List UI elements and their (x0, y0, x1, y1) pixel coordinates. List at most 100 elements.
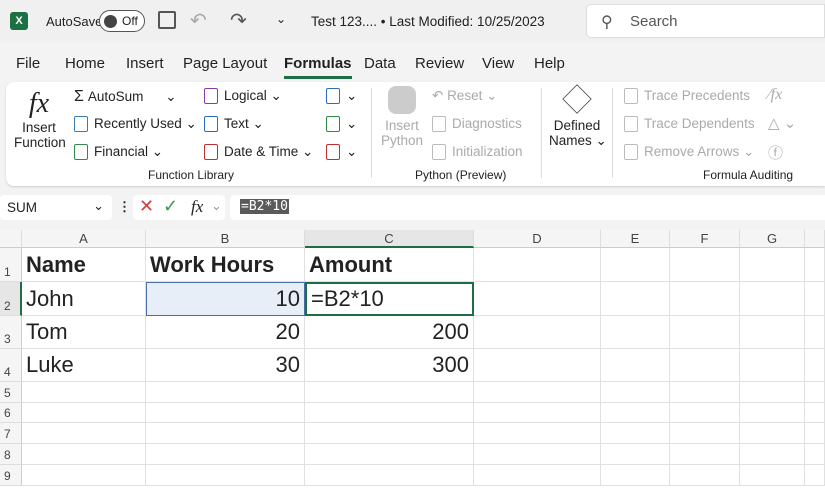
tab-review[interactable]: Review (415, 55, 464, 72)
cell[interactable]: Name (22, 248, 146, 282)
select-all-button[interactable] (0, 230, 22, 248)
cell[interactable] (22, 403, 146, 423)
cell[interactable] (740, 423, 805, 444)
save-icon[interactable] (158, 11, 176, 29)
column-header[interactable] (805, 230, 825, 248)
tab-home[interactable]: Home (65, 55, 105, 72)
cell[interactable] (305, 444, 474, 465)
cell[interactable] (805, 444, 825, 465)
cell[interactable] (474, 444, 601, 465)
cell[interactable] (670, 444, 740, 465)
financial-button[interactable]: Financial ⌄ (74, 144, 163, 161)
cell[interactable] (601, 465, 670, 486)
cell[interactable] (740, 248, 805, 282)
cell[interactable] (740, 349, 805, 382)
cell[interactable] (474, 316, 601, 349)
cell[interactable] (22, 382, 146, 403)
cell[interactable]: Work Hours (146, 248, 305, 282)
cell[interactable] (22, 444, 146, 465)
column-header[interactable]: E (601, 230, 670, 248)
cell[interactable]: Tom (22, 316, 146, 349)
cell[interactable] (805, 382, 825, 403)
tab-file[interactable]: File (16, 55, 40, 72)
cell[interactable] (805, 465, 825, 486)
column-header[interactable]: C (305, 230, 474, 248)
cell[interactable] (805, 403, 825, 423)
tab-view[interactable]: View (482, 55, 514, 72)
cell[interactable]: Amount (305, 248, 474, 282)
text-button[interactable]: Text ⌄ (204, 116, 264, 133)
cell[interactable] (22, 465, 146, 486)
cell[interactable] (740, 382, 805, 403)
tab-insert[interactable]: Insert (126, 55, 164, 72)
row-header[interactable]: 3 (0, 316, 22, 349)
tab-data[interactable]: Data (364, 55, 396, 72)
cell[interactable] (670, 403, 740, 423)
row-header[interactable]: 6 (0, 403, 22, 423)
autosave-toggle[interactable]: Off (99, 10, 145, 32)
column-header[interactable]: B (146, 230, 305, 248)
tab-help[interactable]: Help (534, 55, 565, 72)
document-title[interactable]: Test 123.... • Last Modified: 10/25/2023 (311, 14, 545, 29)
column-header[interactable]: A (22, 230, 146, 248)
tab-page-layout[interactable]: Page Layout (183, 55, 267, 72)
lookup-button[interactable]: ⌄ (326, 88, 357, 105)
tab-formulas[interactable]: Formulas (284, 55, 352, 79)
cell[interactable] (670, 465, 740, 486)
cell[interactable] (474, 282, 601, 316)
row-header[interactable]: 2 (0, 282, 22, 316)
cell[interactable] (146, 465, 305, 486)
name-box[interactable]: SUM ⌄ (0, 195, 112, 220)
cell[interactable] (305, 423, 474, 444)
row-header[interactable]: 7 (0, 423, 22, 444)
cell[interactable] (670, 382, 740, 403)
cell[interactable]: 20 (146, 316, 305, 349)
cancel-icon[interactable]: ✕ (139, 196, 154, 217)
more-icon[interactable]: ⋮ (118, 199, 131, 215)
logical-button[interactable]: Logical ⌄ (204, 88, 282, 105)
cell[interactable] (474, 382, 601, 403)
cell[interactable] (601, 349, 670, 382)
cell[interactable]: 300 (305, 349, 474, 382)
cell[interactable] (670, 349, 740, 382)
cell[interactable] (740, 282, 805, 316)
column-header[interactable]: F (670, 230, 740, 248)
cell[interactable]: 10 (146, 282, 305, 316)
cell[interactable] (601, 423, 670, 444)
defined-names-button[interactable]: Defined Names ⌄ (549, 84, 607, 149)
cell[interactable] (305, 403, 474, 423)
cell[interactable] (146, 423, 305, 444)
cell[interactable] (670, 248, 740, 282)
math-trig-button[interactable]: ⌄ (326, 116, 357, 133)
cell[interactable] (305, 465, 474, 486)
cell[interactable] (670, 316, 740, 349)
row-header[interactable]: 5 (0, 382, 22, 403)
cell[interactable]: 30 (146, 349, 305, 382)
cell[interactable] (601, 316, 670, 349)
cell[interactable] (474, 248, 601, 282)
column-header[interactable]: G (740, 230, 805, 248)
cell[interactable]: 200 (305, 316, 474, 349)
cell[interactable] (805, 282, 825, 316)
customize-qat-icon[interactable]: ⌄ (276, 12, 286, 26)
cell[interactable] (805, 349, 825, 382)
cell[interactable] (474, 423, 601, 444)
cell[interactable] (146, 403, 305, 423)
row-header[interactable]: 8 (0, 444, 22, 465)
undo-icon[interactable]: ↶ (190, 8, 207, 33)
cell[interactable] (740, 403, 805, 423)
cell[interactable] (805, 316, 825, 349)
cell[interactable] (601, 382, 670, 403)
column-header[interactable]: D (474, 230, 601, 248)
cell[interactable]: Luke (22, 349, 146, 382)
cell[interactable]: John (22, 282, 146, 316)
cell[interactable] (805, 423, 825, 444)
cell[interactable] (740, 465, 805, 486)
cell[interactable] (601, 444, 670, 465)
cell[interactable] (22, 423, 146, 444)
insert-function-button[interactable]: fx Insert Function (14, 88, 66, 150)
cell[interactable] (474, 403, 601, 423)
row-header[interactable]: 1 (0, 248, 22, 282)
cell[interactable] (146, 382, 305, 403)
cell[interactable] (601, 248, 670, 282)
